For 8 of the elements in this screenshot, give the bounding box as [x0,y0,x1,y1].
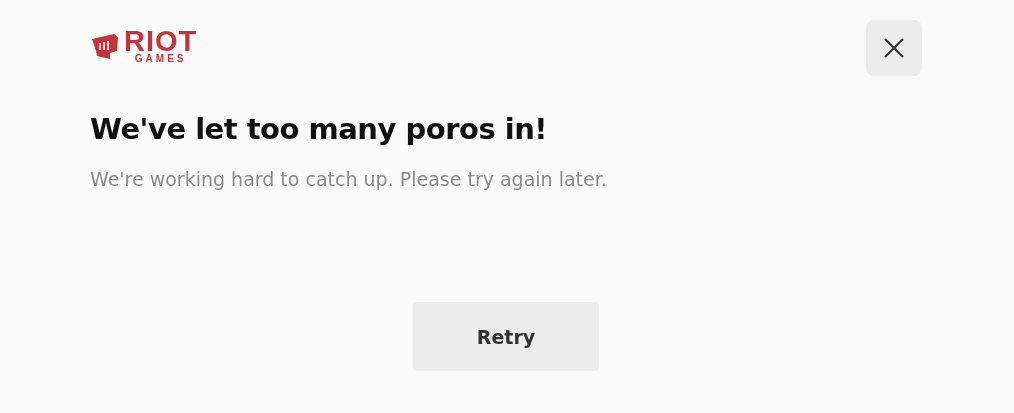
logo-subtitle: GAMES [134,54,187,64]
logo-wordmark: RIOT [124,28,198,54]
close-button[interactable] [866,20,922,76]
fist-logo-icon [90,31,120,61]
retry-button[interactable]: Retry [413,302,599,371]
dialog-title: We've let too many poros in! [90,112,549,146]
close-icon [882,36,906,60]
dialog-message: We're working hard to catch up. Please try again later. [90,168,608,190]
